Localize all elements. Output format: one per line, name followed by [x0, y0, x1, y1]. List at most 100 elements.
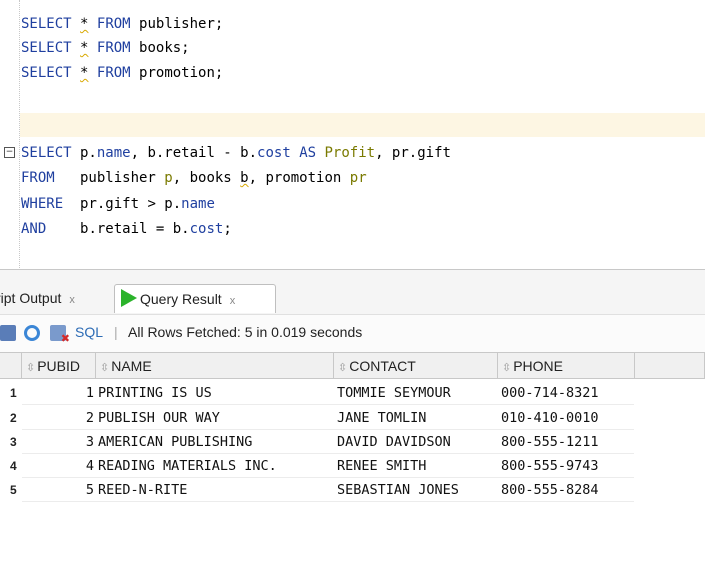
cell-pubid[interactable]: 1 [22, 381, 94, 405]
code-token: promotion; [130, 65, 224, 81]
column-header-contact[interactable]: ⇳ CONTACT [334, 352, 498, 379]
row-divider [22, 404, 634, 405]
tab-query-result[interactable]: Query Result x [114, 284, 276, 313]
code-token: SELECT [21, 65, 72, 81]
code-token: books; [130, 40, 190, 56]
output-tab-bar: ript Output x Query Result x [0, 269, 705, 314]
row-number[interactable]: 5 [10, 478, 17, 502]
cell-phone[interactable]: 010-410-0010 [501, 406, 599, 430]
code-line: WHERE pr.gift > p.name [21, 192, 215, 216]
code-token: publisher; [130, 16, 224, 32]
code-token: FROM [21, 170, 55, 186]
code-token: b [240, 170, 249, 186]
code-token: p. [71, 145, 97, 161]
code-line: SELECT * FROM promotion; [21, 61, 223, 85]
row-number-header [0, 352, 22, 379]
column-header-pubid[interactable]: ⇳ PUBID [22, 352, 96, 379]
close-icon[interactable]: x [69, 294, 75, 306]
close-icon[interactable]: x [230, 295, 236, 307]
table-row[interactable]: 4 4 READING MATERIALS INC. RENEE SMITH 800-5… [0, 454, 640, 478]
toolbar-separator: | [114, 324, 118, 340]
code-token: , books [172, 170, 241, 186]
code-line: AND b.retail = b.cost; [21, 217, 232, 241]
cell-name[interactable]: READING MATERIALS INC. [98, 454, 277, 478]
sort-icon[interactable]: ⇳ [26, 362, 35, 374]
sort-icon[interactable]: ⇳ [338, 362, 347, 374]
column-header-phone[interactable]: ⇳ PHONE [498, 352, 635, 379]
row-number[interactable]: 2 [10, 406, 17, 430]
sql-button[interactable]: SQL [75, 324, 103, 340]
cell-pubid[interactable]: 5 [22, 478, 94, 502]
cell-name[interactable]: REED-N-RITE [98, 478, 187, 502]
row-number[interactable]: 4 [10, 454, 17, 478]
code-line: FROM publisher p, books b, promotion pr [21, 166, 367, 190]
sort-icon[interactable]: ⇳ [100, 362, 109, 374]
code-token: ; [223, 221, 232, 237]
code-token: SELECT [21, 40, 72, 56]
code-token: cost [189, 221, 224, 237]
code-token: , b.retail - b. [130, 145, 258, 161]
row-number[interactable]: 3 [10, 430, 17, 454]
cell-phone[interactable]: 800-555-8284 [501, 478, 599, 502]
table-row[interactable]: 2 2 PUBLISH OUR WAY JANE TOMLIN 010-410-0010 [0, 406, 640, 430]
result-toolbar: SQL | All Rows Fetched: 5 in 0.019 secon… [0, 314, 705, 354]
cell-pubid[interactable]: 3 [22, 430, 94, 454]
cell-phone[interactable]: 800-555-1211 [501, 430, 599, 454]
tab-query-result-label: Query Result [140, 291, 222, 307]
cell-contact[interactable]: SEBASTIAN JONES [337, 478, 459, 502]
cell-phone[interactable]: 800-555-9743 [501, 454, 599, 478]
sort-icon[interactable]: ⇳ [502, 362, 511, 374]
code-token: name [181, 196, 215, 212]
code-line: SELECT * FROM books; [21, 36, 190, 60]
refresh-icon[interactable] [24, 325, 40, 341]
code-token: pr.gift > p. [63, 196, 182, 212]
code-token: WHERE [21, 196, 64, 212]
play-icon [121, 289, 137, 308]
cell-name[interactable]: PRINTING IS US [98, 381, 212, 405]
code-line: SELECT * FROM publisher; [21, 12, 223, 36]
table-row[interactable]: 3 3 AMERICAN PUBLISHING DAVID DAVIDSON 800-5… [0, 430, 640, 454]
freeze-view-icon[interactable] [0, 325, 16, 341]
header-filler [635, 352, 705, 379]
code-token: p [164, 170, 173, 186]
cell-name[interactable]: AMERICAN PUBLISHING [98, 430, 252, 454]
cell-contact[interactable]: TOMMIE SEYMOUR [337, 381, 451, 405]
code-token: FROM [96, 40, 131, 56]
code-token: , promotion [248, 170, 350, 186]
cell-phone[interactable]: 000-714-8321 [501, 381, 599, 405]
cell-pubid[interactable]: 4 [22, 454, 94, 478]
tab-script-output-label: ript Output [0, 290, 62, 306]
tab-script-output[interactable]: ript Output x [0, 284, 104, 312]
code-line: SELECT p.name, b.retail - b.cost AS Prof… [21, 141, 451, 165]
row-divider [22, 501, 634, 502]
row-number[interactable]: 1 [10, 381, 17, 405]
cell-contact[interactable]: DAVID DAVIDSON [337, 430, 451, 454]
cell-name[interactable]: PUBLISH OUR WAY [98, 406, 220, 430]
code-token: FROM [96, 16, 131, 32]
code-token: AND [21, 221, 47, 237]
fetch-status: All Rows Fetched: 5 in 0.019 seconds [128, 324, 363, 340]
code-token: AS [299, 145, 317, 161]
code-token: publisher [54, 170, 165, 186]
code-token: FROM [96, 65, 131, 81]
sql-editor[interactable]: − SELECT * FROM publisher; SELECT * FROM … [0, 0, 705, 268]
cell-contact[interactable]: RENEE SMITH [337, 454, 426, 478]
current-line-highlight [20, 113, 705, 137]
code-token: cost [257, 145, 291, 161]
cell-pubid[interactable]: 2 [22, 406, 94, 430]
column-header-name[interactable]: ⇳ NAME [96, 352, 334, 379]
delete-rows-icon[interactable] [50, 325, 70, 345]
table-row[interactable]: 5 5 REED-N-RITE SEBASTIAN JONES 800-555-8284 [0, 478, 640, 502]
cell-contact[interactable]: JANE TOMLIN [337, 406, 426, 430]
code-token: Profit [324, 145, 376, 161]
code-token: SELECT [21, 145, 72, 161]
code-token: name [96, 145, 131, 161]
fold-toggle-icon[interactable]: − [4, 147, 15, 158]
table-row[interactable]: 1 1 PRINTING IS US TOMMIE SEYMOUR 000-714-83… [0, 381, 640, 405]
